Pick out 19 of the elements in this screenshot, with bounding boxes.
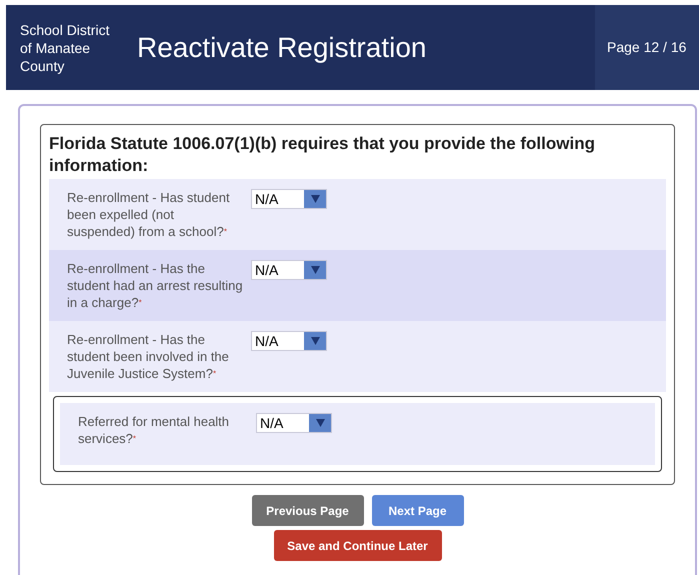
question-label: Re-enrollment - Has the student been involved in the Juvenile Justice System?* (67, 331, 230, 382)
caret-icon (309, 414, 331, 432)
logo-alt-text: School District of Manatee County (20, 20, 110, 74)
question-label: Referred for mental health services?* (78, 413, 230, 447)
save-later-button[interactable]: Save and Continue Later (274, 530, 442, 561)
caret-icon (304, 332, 326, 350)
dropdown-select[interactable]: N/A (251, 331, 327, 351)
dropdown-select[interactable]: N/A (251, 260, 327, 280)
section-heading: Florida Statute 1006.07(1)(b) requires that you provide the following information: (49, 133, 596, 177)
dropdown-select[interactable]: N/A (251, 189, 327, 209)
question-label: Re-enrollment - Has student been expelled (not suspended) from a school?* (67, 189, 231, 240)
previous-button[interactable]: Previous Page (252, 495, 364, 526)
question-label: Re-enrollment - Has the student had an arrest resulting in a charge?* (67, 260, 244, 311)
page-indicator: Page 12 / 16 (607, 38, 686, 57)
next-button[interactable]: Next Page (372, 495, 464, 526)
caret-icon (304, 190, 326, 208)
caret-icon (304, 261, 326, 279)
page-title: Reactivate Registration (137, 30, 428, 65)
dropdown-select[interactable]: N/A (256, 413, 332, 433)
